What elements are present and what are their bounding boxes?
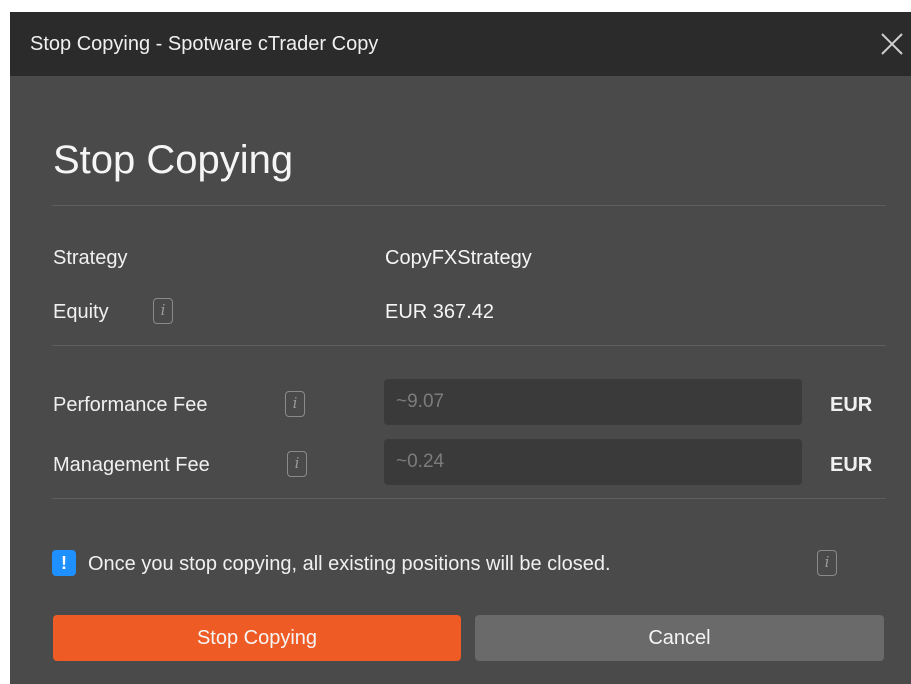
performance-fee-label: Performance Fee (53, 394, 208, 416)
equity-value: EUR 367.42 (385, 301, 494, 323)
alert-info-icon[interactable]: i (817, 550, 837, 576)
stop-copying-dialog: Stop Copying - Spotware cTrader Copy Sto… (10, 12, 911, 684)
divider (52, 498, 886, 499)
close-icon[interactable] (878, 30, 906, 58)
performance-fee-info-icon[interactable]: i (285, 391, 305, 417)
divider (52, 345, 886, 346)
management-fee-field: ~0.24 (384, 439, 802, 485)
alert-icon: ! (52, 550, 76, 576)
dialog-heading: Stop Copying (53, 138, 294, 182)
strategy-value: CopyFXStrategy (385, 247, 532, 269)
title-bar: Stop Copying - Spotware cTrader Copy (10, 12, 911, 76)
management-fee-unit: EUR (830, 454, 873, 476)
equity-info-icon[interactable]: i (153, 298, 173, 324)
window-title: Stop Copying - Spotware cTrader Copy (30, 33, 379, 55)
performance-fee-unit: EUR (830, 394, 873, 416)
equity-label: Equity (53, 301, 109, 323)
alert-message: Once you stop copying, all existing posi… (88, 553, 611, 575)
divider (52, 205, 886, 206)
performance-fee-field: ~9.07 (384, 379, 802, 425)
strategy-label: Strategy (53, 247, 128, 269)
stop-copying-button[interactable]: Stop Copying (53, 615, 461, 661)
cancel-button[interactable]: Cancel (475, 615, 884, 661)
management-fee-info-icon[interactable]: i (287, 451, 307, 477)
management-fee-label: Management Fee (53, 454, 210, 476)
